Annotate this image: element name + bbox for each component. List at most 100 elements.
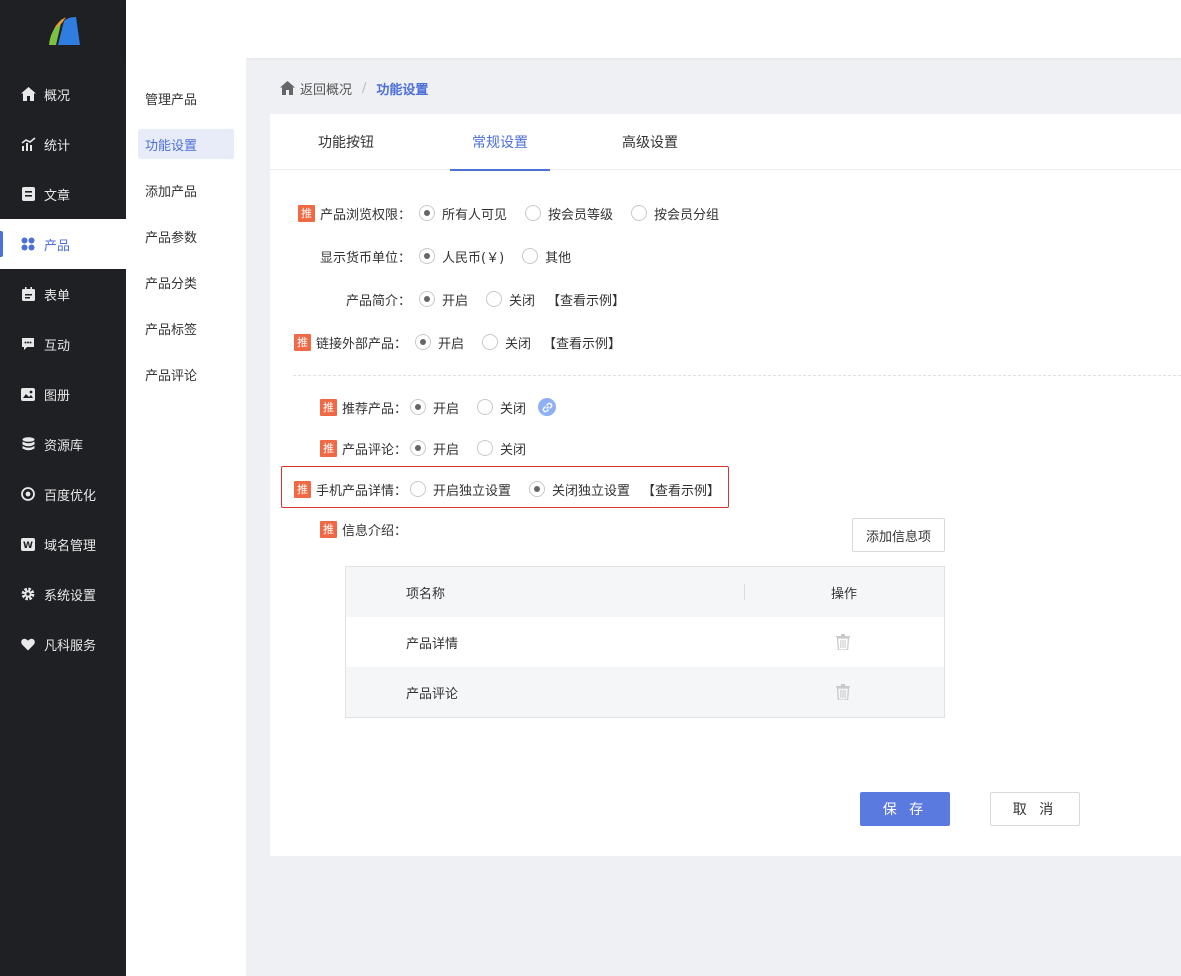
submenu-item-add-product[interactable]: 添加产品 <box>138 175 234 205</box>
sidebar-item-album[interactable]: 图册 <box>0 369 126 419</box>
column-header-name: 项名称 <box>406 586 446 602</box>
submenu-item-feature-settings[interactable]: 功能设置 <box>138 129 234 159</box>
setting-external-product: 推 链接外部产品： 开启 关闭 【查看示例】 <box>294 331 621 353</box>
sidebar-item-seo[interactable]: 百度优化 <box>0 469 126 519</box>
radio-dot <box>477 399 494 415</box>
domain-icon: W <box>20 536 36 552</box>
database-icon <box>20 436 36 452</box>
submenu-item-product-reviews[interactable]: 产品评论 <box>138 359 234 389</box>
radio-browse-member-group[interactable]: 按会员分组 <box>631 204 719 223</box>
radio-label: 按会员分组 <box>654 207 720 223</box>
setting-label: 手机产品详情： <box>316 483 408 499</box>
column-header-actions: 操作 <box>831 586 858 602</box>
breadcrumb-back-link[interactable]: 返回概况 <box>300 79 352 98</box>
radio-dot <box>410 481 427 497</box>
sidebar-item-article[interactable]: 文章 <box>0 169 126 219</box>
radio-label: 关闭 <box>509 293 536 309</box>
radio-review-on[interactable]: 开启 <box>410 439 459 458</box>
radio-label: 开启独立设置 <box>433 483 512 499</box>
table-row: 产品详情 <box>346 617 944 667</box>
sidebar-item-label: 百度优化 <box>44 488 97 504</box>
submenu-item-product-category[interactable]: 产品分类 <box>138 267 234 297</box>
view-example-link[interactable]: 【查看示例】 <box>642 480 720 499</box>
sidebar-item-domain[interactable]: W 域名管理 <box>0 519 126 569</box>
table-header: 项名称 操作 <box>346 567 944 617</box>
submenu-item-manage-products[interactable]: 管理产品 <box>138 83 234 113</box>
radio-review-off[interactable]: 关闭 <box>477 439 526 458</box>
view-example-link[interactable]: 【查看示例】 <box>543 333 621 352</box>
radio-currency-other[interactable]: 其他 <box>522 247 571 266</box>
sidebar-item-stats[interactable]: 统计 <box>0 119 126 169</box>
radio-intro-on[interactable]: 开启 <box>419 290 468 309</box>
setting-recommend-product: 推 推荐产品： 开启 关闭 <box>320 396 557 418</box>
radio-label: 人民币(￥) <box>442 250 505 266</box>
form-icon <box>20 286 36 302</box>
recommend-badge: 推 <box>294 333 311 351</box>
save-button[interactable]: 保 存 <box>860 792 950 826</box>
radio-dot <box>410 440 427 456</box>
home-icon[interactable] <box>280 81 295 95</box>
radio-browse-member-level[interactable]: 按会员等级 <box>525 204 613 223</box>
column-divider <box>744 584 745 600</box>
sidebar-item-product[interactable]: 产品 <box>0 219 126 269</box>
trash-icon[interactable] <box>836 684 850 704</box>
radio-external-on[interactable]: 开启 <box>415 333 464 352</box>
setting-label: 信息介绍： <box>342 523 408 539</box>
settings-tabs: 功能按钮 常规设置 高级设置 <box>270 114 1181 171</box>
sidebar-item-settings[interactable]: 系统设置 <box>0 569 126 619</box>
radio-mobile-independent-off[interactable]: 关闭独立设置 <box>529 480 630 499</box>
sidebar-item-form[interactable]: 表单 <box>0 269 126 319</box>
svg-text:W: W <box>23 541 33 551</box>
tab-feature-buttons[interactable]: 功能按钮 <box>298 114 394 170</box>
sidebar-item-label: 图册 <box>44 388 71 404</box>
seo-icon <box>20 486 36 502</box>
radio-external-off[interactable]: 关闭 <box>482 333 531 352</box>
sidebar-item-label: 表单 <box>44 288 71 304</box>
submenu-item-product-tags[interactable]: 产品标签 <box>138 313 234 343</box>
trash-icon[interactable] <box>836 634 850 654</box>
sidebar-nav: 概况 统计 文章 产品 表单 互动 图册 资源库 百度优化 W 域名管理 系统设… <box>0 69 126 669</box>
setting-product-intro: 产品简介： 开启 关闭 【查看示例】 <box>346 288 625 310</box>
radio-label: 关闭独立设置 <box>552 483 631 499</box>
view-example-link[interactable]: 【查看示例】 <box>547 290 625 309</box>
recommend-badge: 推 <box>320 398 337 416</box>
recommend-badge: 推 <box>320 439 337 457</box>
radio-label: 按会员等级 <box>548 207 614 223</box>
link-chain-icon[interactable] <box>538 398 557 416</box>
submenu-item-product-params[interactable]: 产品参数 <box>138 221 234 251</box>
section-divider <box>293 375 1181 376</box>
sidebar-item-interaction[interactable]: 互动 <box>0 319 126 369</box>
row-name: 产品详情 <box>406 636 459 652</box>
sidebar-item-label: 统计 <box>44 138 71 154</box>
chart-icon <box>20 136 36 152</box>
top-header <box>126 0 1181 58</box>
add-info-item-button[interactable]: 添加信息项 <box>852 518 945 552</box>
radio-recommend-on[interactable]: 开启 <box>410 398 459 417</box>
sidebar-item-resources[interactable]: 资源库 <box>0 419 126 469</box>
radio-browse-everyone[interactable]: 所有人可见 <box>419 204 507 223</box>
sidebar-item-label: 概况 <box>44 88 71 104</box>
radio-dot <box>486 291 503 307</box>
heart-icon <box>20 636 36 652</box>
album-icon <box>20 386 36 402</box>
sidebar-item-label: 互动 <box>44 338 71 354</box>
radio-currency-rmb[interactable]: 人民币(￥) <box>419 247 504 266</box>
table-row: 产品评论 <box>346 667 944 717</box>
article-icon <box>20 186 36 202</box>
radio-label: 关闭 <box>500 442 527 458</box>
sidebar-item-overview[interactable]: 概况 <box>0 69 126 119</box>
cancel-button[interactable]: 取 消 <box>990 792 1080 826</box>
brand-logo-icon[interactable] <box>0 0 126 60</box>
breadcrumb-separator: / <box>362 80 367 96</box>
tab-advanced-settings[interactable]: 高级设置 <box>602 114 698 170</box>
radio-dot <box>631 205 648 221</box>
radio-recommend-off[interactable]: 关闭 <box>477 398 526 417</box>
recommend-badge: 推 <box>320 520 337 538</box>
radio-dot <box>529 481 546 497</box>
sidebar-item-service[interactable]: 凡科服务 <box>0 619 126 669</box>
radio-dot <box>482 334 499 350</box>
radio-label: 关闭 <box>500 401 527 417</box>
tab-general-settings[interactable]: 常规设置 <box>450 114 550 171</box>
radio-mobile-independent-on[interactable]: 开启独立设置 <box>410 480 511 499</box>
radio-intro-off[interactable]: 关闭 <box>486 290 535 309</box>
